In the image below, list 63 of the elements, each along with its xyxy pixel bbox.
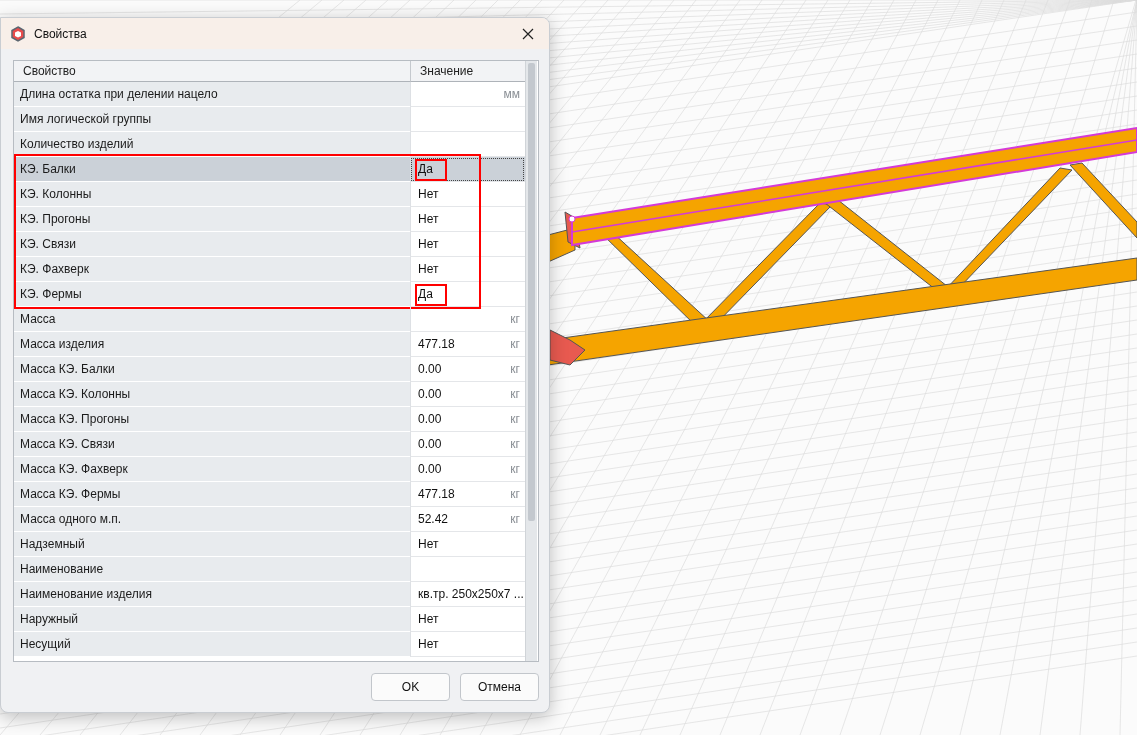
property-name[interactable]: Масса КЭ. Связи — [14, 432, 410, 457]
unit-label: кг — [510, 387, 520, 401]
property-name[interactable]: Масса КЭ. Фахверк — [14, 457, 410, 482]
unit-label: кг — [510, 487, 520, 501]
property-name[interactable]: Масса КЭ. Балки — [14, 357, 410, 382]
value-text: 477.18 — [418, 487, 455, 501]
value-text: 477.18 — [418, 337, 455, 351]
unit-label: кг — [510, 437, 520, 451]
property-name[interactable]: Масса одного м.п. — [14, 507, 410, 532]
property-name[interactable]: КЭ. Фермы — [14, 282, 410, 307]
property-name[interactable]: Надземный — [14, 532, 410, 557]
property-name[interactable]: Масса КЭ. Фермы — [14, 482, 410, 507]
app-logo-icon — [10, 25, 26, 42]
value-text: Да — [418, 287, 433, 301]
value-text: 0.00 — [418, 387, 442, 401]
property-name[interactable]: КЭ. Связи — [14, 232, 410, 257]
property-value[interactable]: Да — [410, 157, 525, 182]
scrollbar-thumb[interactable] — [528, 63, 535, 521]
unit-label: кг — [510, 412, 520, 426]
value-text: Нет — [418, 262, 439, 276]
property-name[interactable]: Масса КЭ. Колонны — [14, 382, 410, 407]
property-name[interactable]: Наименование изделия — [14, 582, 410, 607]
value-text: 52.42 — [418, 512, 449, 526]
property-value[interactable]: Да — [410, 282, 525, 307]
unit-label: кг — [510, 312, 520, 326]
property-name[interactable]: Масса КЭ. Прогоны — [14, 407, 410, 432]
value-text: кв.тр. 250x250x7 ... — [418, 587, 524, 601]
scrollbar[interactable] — [525, 61, 537, 661]
property-name[interactable]: Масса — [14, 307, 410, 332]
unit-label: мм — [503, 87, 520, 101]
property-name[interactable]: КЭ. Прогоны — [14, 207, 410, 232]
property-name[interactable]: Несущий — [14, 632, 410, 657]
column-header[interactable]: Свойство — [14, 61, 410, 82]
property-name[interactable]: КЭ. Колонны — [14, 182, 410, 207]
value-text: 0.00 — [418, 412, 442, 426]
property-name[interactable]: Масса изделия — [14, 332, 410, 357]
property-name[interactable]: Наименование — [14, 557, 410, 582]
column-header[interactable]: Значение — [410, 61, 525, 82]
unit-label: кг — [510, 362, 520, 376]
value-text: 0.00 — [418, 462, 442, 476]
dialog-button[interactable]: OK — [371, 673, 450, 701]
value-text: Нет — [418, 637, 439, 651]
unit-label: кг — [510, 337, 520, 351]
value-text: 0.00 — [418, 437, 442, 451]
unit-label: кг — [510, 462, 520, 476]
unit-label: кг — [510, 512, 520, 526]
property-name[interactable]: Наружный — [14, 607, 410, 632]
value-text: Нет — [418, 212, 439, 226]
property-name[interactable]: КЭ. Фахверк — [14, 257, 410, 282]
value-text: Нет — [418, 537, 439, 551]
value-text: Нет — [418, 237, 439, 251]
value-text: 0.00 — [418, 362, 442, 376]
property-name[interactable]: Длина остатка при делении нацело — [14, 82, 410, 107]
property-name[interactable]: КЭ. Балки — [14, 157, 410, 182]
value-text: Нет — [418, 612, 439, 626]
window-title: Свойства — [34, 26, 88, 41]
value-text: Да — [418, 162, 433, 176]
dialog-button[interactable]: Отмена — [460, 673, 539, 701]
property-name[interactable]: Количество изделий — [14, 132, 410, 157]
value-text: Нет — [418, 187, 439, 201]
truss-drawing[interactable] — [547, 126, 1137, 366]
close-icon — [522, 27, 534, 40]
property-name[interactable]: Имя логической группы — [14, 107, 410, 132]
